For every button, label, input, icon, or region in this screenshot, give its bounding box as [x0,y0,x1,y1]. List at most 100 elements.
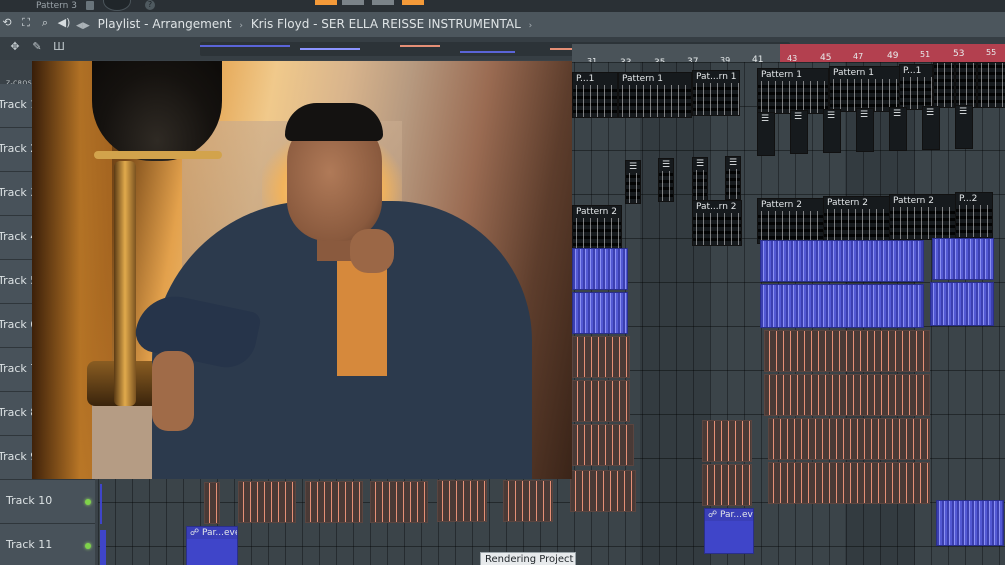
speaker-icon[interactable]: ◀) [57,16,71,30]
clip-notes [934,63,954,107]
pattern-clip[interactable]: Pat...rn 2 [692,200,742,246]
clip-icon: ☰ [860,110,869,120]
audio-clip[interactable] [305,481,363,523]
pattern-selector[interactable]: Pattern 3 [36,0,94,12]
clip-icon: ☰ [662,160,671,170]
audio-clip[interactable] [930,282,994,326]
photo-hand [350,229,394,273]
window-name: Playlist [97,17,141,31]
section-name[interactable]: Arrangement [152,17,231,31]
zoom-icon[interactable]: ⌕ [38,16,52,30]
pattern-clip[interactable]: Pattern 2 [889,194,961,240]
clip-notes [619,85,691,117]
clip-notes [573,85,617,117]
audio-waveform [571,471,635,511]
chevron-right-icon[interactable]: › [529,21,533,31]
pattern-clip[interactable]: Pattern 1 [618,72,692,118]
audio-clip[interactable] [760,284,924,328]
pattern-clip[interactable] [977,62,1005,108]
led-indicator [402,0,424,5]
track-header[interactable]: Track 10 [0,480,95,524]
track-enable-led[interactable] [85,499,91,505]
audio-clip[interactable] [932,238,994,280]
audio-clip[interactable] [702,464,752,506]
audio-clip[interactable] [702,420,752,462]
pattern-clip[interactable]: ☰ [625,160,641,204]
track-enable-led[interactable] [85,543,91,549]
audio-clip[interactable] [768,418,930,460]
pattern-clip[interactable]: ☰ [922,106,940,150]
audio-clip[interactable] [768,462,930,504]
audio-waveform [239,482,295,522]
audio-clip[interactable] [437,480,487,522]
fullscreen-icon[interactable]: ⛶ [19,16,33,30]
pattern-clip[interactable] [955,62,977,108]
pattern-clip[interactable]: ☰ [725,156,741,200]
audio-clip[interactable] [370,481,428,523]
pattern-clip[interactable]: Pattern 1 [757,68,829,114]
clip-label: Pattern 2 [893,196,934,206]
pattern-clip[interactable]: Pattern 2 [823,196,895,242]
audio-waveform [573,381,629,421]
clip-label: Pattern 2 [827,198,868,208]
track-header[interactable]: Track 11 [0,524,95,565]
pattern-clip[interactable]: Pattern 1 [829,66,901,112]
pattern-clip[interactable]: Pattern 2 [572,205,622,251]
audio-waveform [371,482,427,522]
clip-icon: ☰ [926,108,935,118]
audio-clip[interactable] [936,500,1004,546]
audio-clip[interactable] [572,336,630,378]
automation-clip[interactable]: ☍ Par...evel [704,508,754,554]
playhead-marker [100,484,102,524]
led-indicator [315,0,337,5]
audio-clip[interactable] [572,248,628,290]
audio-clip[interactable] [760,240,924,282]
pattern-clip[interactable]: P...2 [955,192,993,238]
audio-clip[interactable] [572,380,630,422]
pattern-clip[interactable]: Pat...rn 1 [692,70,740,116]
pattern-selector-label: Pattern 3 [36,1,77,11]
pencil-icon[interactable]: ✎ [30,40,44,54]
pattern-clip[interactable]: ☰ [692,157,708,201]
audio-waveform [573,337,629,377]
audio-clip[interactable] [764,330,930,372]
pattern-clip[interactable] [933,62,955,108]
audio-waveform [438,481,486,521]
track-name: Track 10 [6,494,53,507]
pattern-clip[interactable]: ☰ [757,112,775,156]
playlist-arrow-icon[interactable]: ◀▶ [76,21,90,31]
automation-clip[interactable]: ☍ Par...evel [186,526,238,565]
pattern-clip[interactable]: ☰ [889,107,907,151]
snap-icon[interactable]: ⟲ [0,16,14,30]
pattern-clip[interactable]: ☰ [823,109,841,153]
title-separator: - [144,17,149,31]
clip-label: P...1 [576,74,595,84]
play-icon[interactable]: ✥ [8,40,22,54]
pattern-clip[interactable]: P...1 [899,64,933,110]
audio-clip[interactable] [572,424,634,466]
pattern-clip[interactable]: ☰ [856,108,874,152]
pattern-clip[interactable]: Pattern 2 [757,198,829,244]
pattern-clip[interactable]: P...1 [572,72,618,118]
audio-waveform [573,293,627,333]
automation-name: Par...evel [720,510,753,520]
master-pitch-knob[interactable] [103,0,131,11]
audio-clip[interactable] [204,482,220,524]
pattern-clip[interactable]: ☰ [955,105,973,149]
automation-icon: ☍ [708,510,718,520]
pattern-clip[interactable]: ☰ [790,110,808,154]
clip-notes [824,209,894,241]
clip-icon: ☰ [827,111,836,121]
audio-clip[interactable] [503,480,553,522]
audio-waveform [306,482,362,522]
audio-clip[interactable] [764,374,930,416]
audio-waveform [761,241,923,281]
audio-clip[interactable] [238,481,296,523]
audio-clip[interactable] [570,470,636,512]
clip-icon: ☰ [629,162,638,172]
audio-clip[interactable] [572,292,628,334]
song-name: Kris Floyd - SER ELLA REISSE INSTRUMENTA… [250,17,521,31]
stamp-icon[interactable]: Ш [52,40,66,54]
help-icon[interactable]: ? [145,0,155,10]
pattern-clip[interactable]: ☰ [658,158,674,202]
